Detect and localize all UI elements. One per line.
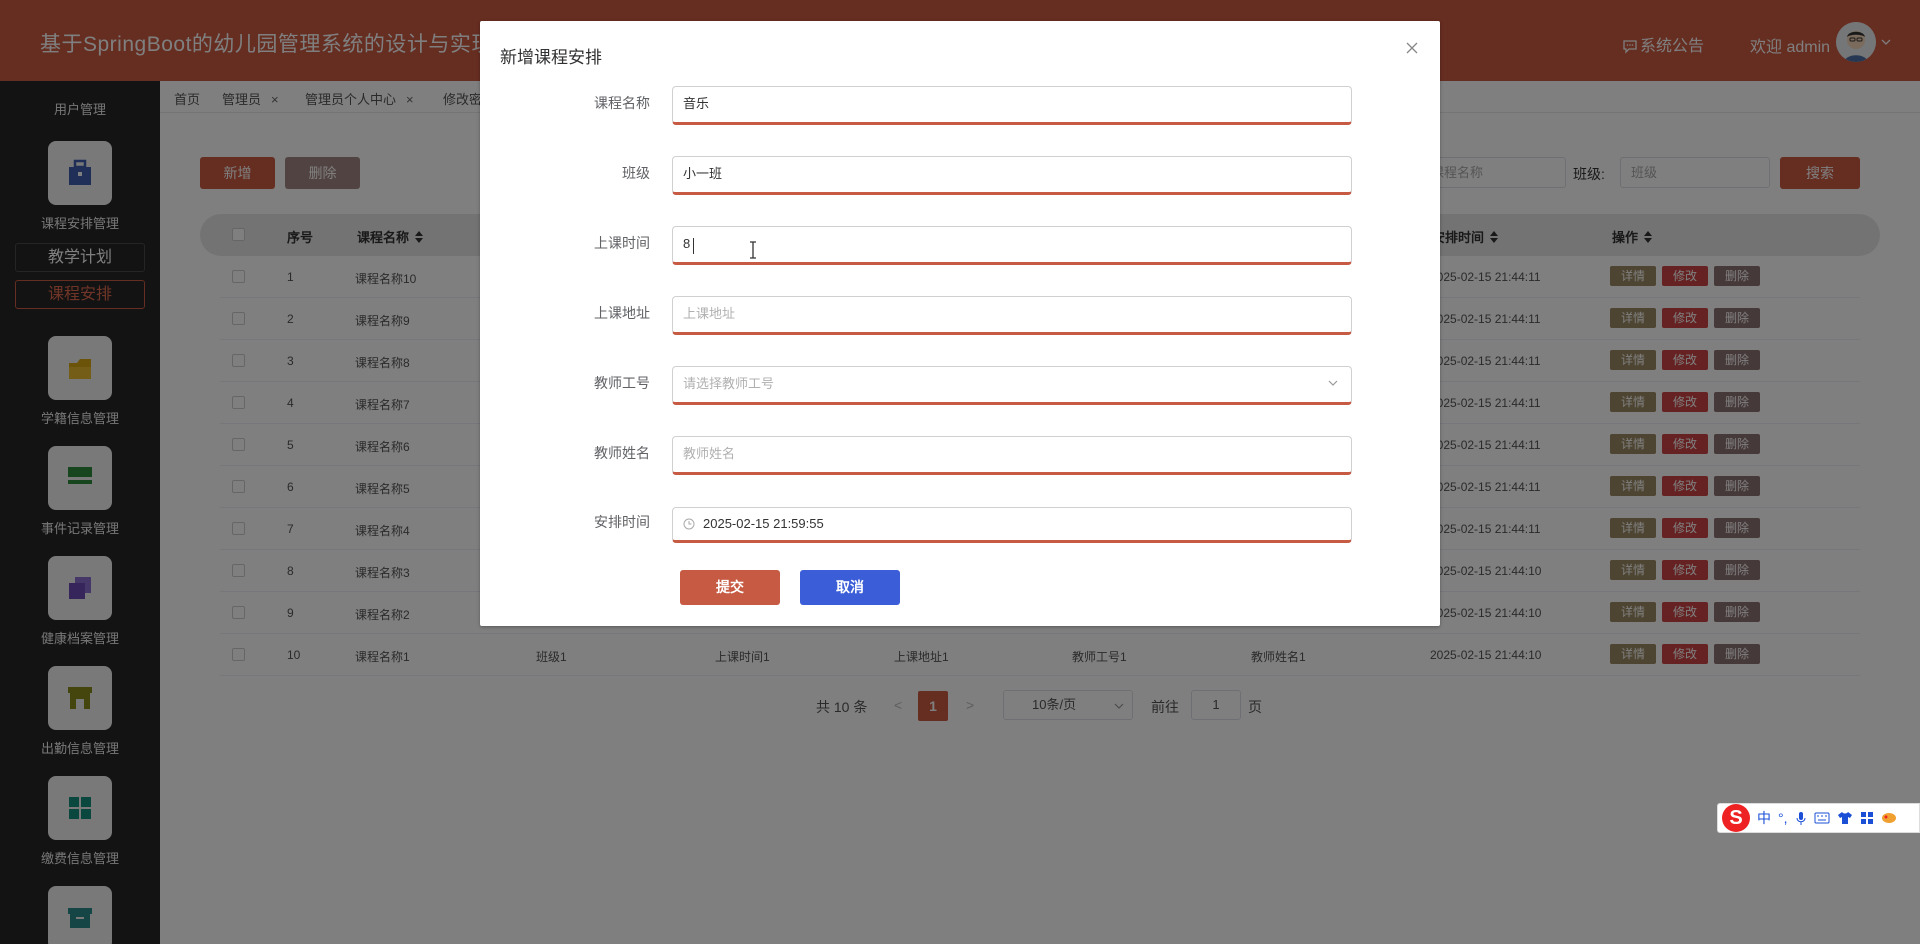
address-label: 上课地址 <box>594 305 650 321</box>
class-time-input[interactable]: 8 <box>672 226 1352 265</box>
ime-mode[interactable]: 中 <box>1757 808 1771 828</box>
skin-icon[interactable] <box>1881 812 1897 824</box>
address-input[interactable]: 上课地址 <box>672 296 1352 335</box>
course-name-label: 课程名称 <box>594 95 650 111</box>
class-time-value: 8 <box>683 236 691 251</box>
ime-punct[interactable]: °, <box>1778 810 1788 826</box>
keyboard-icon[interactable] <box>1814 812 1830 824</box>
close-icon[interactable] <box>1406 42 1418 54</box>
shirt-icon[interactable] <box>1837 811 1853 825</box>
schedule-time-picker[interactable]: 2025-02-15 21:59:55 <box>672 507 1352 543</box>
sogou-logo-icon: S <box>1722 804 1750 832</box>
microphone-icon[interactable] <box>1795 811 1807 825</box>
teacher-no-select[interactable]: 请选择教师工号 <box>672 366 1352 405</box>
clock-icon <box>683 518 695 530</box>
submit-button[interactable]: 提交 <box>680 570 780 605</box>
teacher-name-input[interactable]: 教师姓名 <box>672 436 1352 475</box>
text-caret <box>693 238 694 254</box>
class-label: 班级 <box>622 165 650 181</box>
ime-toolbar[interactable]: S 中 °, <box>1717 803 1920 833</box>
teacher-name-label: 教师姓名 <box>594 445 650 461</box>
add-course-dialog: 新增课程安排 课程名称 音乐 班级 小一班 上课时间 8 上课地址 上课地址 教… <box>480 21 1440 626</box>
class-input[interactable]: 小一班 <box>672 156 1352 195</box>
class-time-label: 上课时间 <box>594 235 650 251</box>
course-name-input[interactable]: 音乐 <box>672 86 1352 125</box>
text-cursor-icon <box>750 241 756 259</box>
dialog-title: 新增课程安排 <box>500 48 602 67</box>
teacher-no-placeholder: 请选择教师工号 <box>683 376 775 391</box>
schedule-time-label: 安排时间 <box>594 514 650 530</box>
cancel-button[interactable]: 取消 <box>800 570 900 605</box>
teacher-no-label: 教师工号 <box>594 375 650 391</box>
apps-icon[interactable] <box>1860 811 1874 825</box>
schedule-time-value: 2025-02-15 21:59:55 <box>703 516 824 531</box>
chevron-down-icon <box>1328 380 1338 386</box>
